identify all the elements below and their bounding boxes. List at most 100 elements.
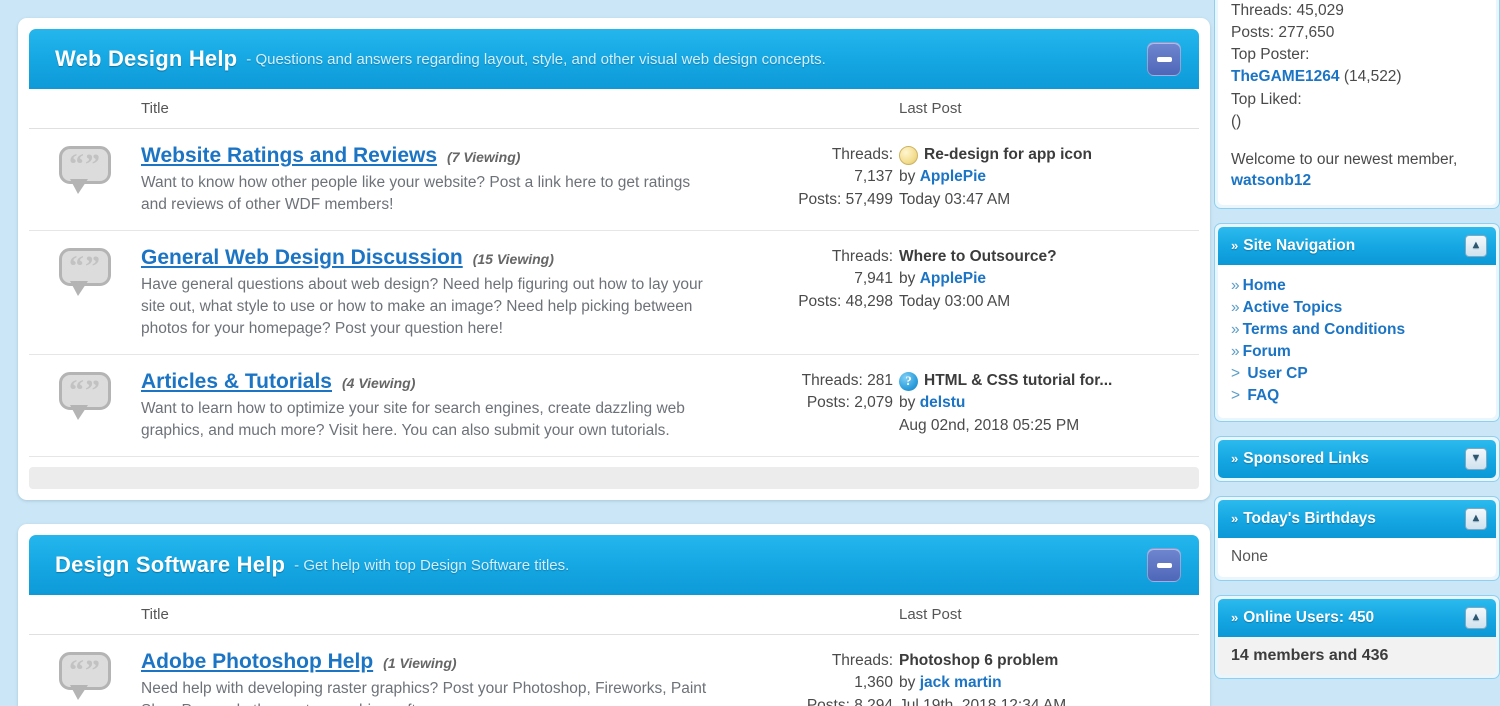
forum-bubble-icon: “” <box>29 246 141 340</box>
forum-row[interactable]: “” Articles & Tutorials (4 Viewing) Want… <box>29 355 1199 457</box>
sidebar-item-home[interactable]: » Home <box>1231 275 1483 297</box>
sidebar-item-label: Forum <box>1242 342 1291 360</box>
minus-icon[interactable] <box>1147 548 1181 582</box>
chevron-up-icon[interactable]: ▲ <box>1465 606 1487 629</box>
welcome-prefix: Welcome to our newest member, <box>1231 150 1458 168</box>
newest-member-link[interactable]: watsonb12 <box>1231 172 1311 189</box>
forum-description: Need help with developing raster graphic… <box>141 680 707 706</box>
bullet-icon: » <box>1231 511 1239 527</box>
forum-stats: Threads: 7,137 Posts: 57,499 <box>727 144 899 216</box>
threads-label: Threads: <box>831 248 893 265</box>
last-post-title[interactable]: Re-design for app icon <box>924 144 1092 166</box>
forum-row[interactable]: “” Adobe Photoshop Help (1 Viewing) Need… <box>29 635 1199 706</box>
forum-link[interactable]: General Web Design Discussion <box>141 246 463 270</box>
bullet-icon: » <box>1231 451 1239 467</box>
threads-count: 7,137 <box>854 168 893 186</box>
sidebar-block-sponsored-links: » Sponsored Links ▼ <box>1214 435 1500 482</box>
category-panel: Design Software Help - Get help with top… <box>18 524 1210 706</box>
forum-row[interactable]: “” General Web Design Discussion (15 Vie… <box>29 231 1199 355</box>
forum-stats: Threads: 1,360 Posts: 8,294 <box>727 650 899 706</box>
bullet-icon: » <box>1231 276 1240 294</box>
stat-top-poster: TheGAME1264 (14,522) <box>1231 66 1483 88</box>
posts-count: Posts: 2,079 <box>806 394 893 412</box>
sidebar-item-label: Active Topics <box>1242 298 1343 316</box>
category-panel: Web Design Help - Questions and answers … <box>18 18 1210 500</box>
threads-count: 7,941 <box>854 270 893 288</box>
panel-footer-bar <box>29 467 1199 489</box>
sidebar-item-user-cp[interactable]: > User CP <box>1231 363 1483 385</box>
last-post-title[interactable]: Where to Outsource? <box>899 246 1057 268</box>
lightbulb-icon <box>899 145 918 165</box>
bullet-icon: » <box>1231 320 1240 338</box>
last-post-author[interactable]: jack martin <box>920 674 1002 691</box>
sidebar-block-header[interactable]: » Sponsored Links ▼ <box>1218 439 1496 478</box>
sidebar-block-todays-birthdays: » Today's Birthdays ▲ None <box>1214 495 1500 581</box>
last-post-time: Today 03:00 AM <box>899 292 1011 310</box>
sidebar-block-header[interactable]: » Today's Birthdays ▲ <box>1218 499 1496 538</box>
last-post-time: Jul 19th, 2018 12:34 AM <box>899 696 1067 706</box>
last-post-title[interactable]: HTML & CSS tutorial for... <box>924 370 1112 392</box>
threads-label: Threads: <box>831 146 893 163</box>
stat-top-liked-label: Top Liked: <box>1231 90 1302 108</box>
forum-description: Want to know how other people like your … <box>141 174 691 213</box>
bullet-icon: > <box>1231 386 1241 404</box>
sidebar-item-terms-and-conditions[interactable]: » Terms and Conditions <box>1231 319 1483 341</box>
last-post-cell: Re-design for app icon by ApplePie Today… <box>899 144 1199 216</box>
stat-top-liked-value: () <box>1231 112 1242 130</box>
last-post-author[interactable]: delstu <box>920 394 966 411</box>
forum-bubble-icon: “” <box>29 650 141 706</box>
category-description: - Get help with top Design Software titl… <box>294 556 570 574</box>
category-title: Design Software Help <box>55 552 286 577</box>
forum-page: Web Design Help - Questions and answers … <box>0 0 1500 706</box>
category-header[interactable]: Design Software Help - Get help with top… <box>29 535 1199 595</box>
sidebar-block-header[interactable]: » Site Navigation ▲ <box>1218 226 1496 265</box>
board-statistics-block: Threads: 45,029 Posts: 277,650 Top Poste… <box>1214 0 1500 209</box>
last-post-cell: ? HTML & CSS tutorial for... by delstu A… <box>899 370 1199 442</box>
last-post-cell: Photoshop 6 problem by jack martin Jul 1… <box>899 650 1199 706</box>
welcome-message: Welcome to our newest member, watsonb12 <box>1231 149 1483 192</box>
last-post-author[interactable]: ApplePie <box>920 168 986 185</box>
forum-link[interactable]: Adobe Photoshop Help <box>141 650 373 674</box>
top-poster-link[interactable]: TheGAME1264 <box>1231 68 1340 85</box>
forum-viewing-count: (15 Viewing) <box>472 251 554 267</box>
online-users-body: 14 members and 436 <box>1218 636 1496 675</box>
column-header-row: Title Last Post <box>29 595 1199 635</box>
category-header[interactable]: Web Design Help - Questions and answers … <box>29 29 1199 89</box>
forum-viewing-count: (1 Viewing) <box>383 655 457 671</box>
sidebar-item-active-topics[interactable]: » Active Topics <box>1231 297 1483 319</box>
sidebar-block-title: Sponsored Links <box>1243 449 1369 467</box>
threads-count: 1,360 <box>854 674 893 692</box>
forum-description: Want to learn how to optimize your site … <box>141 400 685 439</box>
forum-bubble-icon: “” <box>29 144 141 216</box>
stat-threads: Threads: 45,029 <box>1231 2 1344 19</box>
forum-viewing-count: (7 Viewing) <box>447 149 521 165</box>
forum-link[interactable]: Articles & Tutorials <box>141 370 332 394</box>
sidebar-item-forum[interactable]: » Forum <box>1231 341 1483 363</box>
sidebar-block-online-users: » Online Users: 450 ▲ 14 members and 436 <box>1214 594 1500 679</box>
forum-row[interactable]: “” Website Ratings and Reviews (7 Viewin… <box>29 129 1199 231</box>
minus-icon[interactable] <box>1147 42 1181 76</box>
last-post-by-prefix: by <box>899 674 916 692</box>
last-post-title[interactable]: Photoshop 6 problem <box>899 650 1058 672</box>
sidebar-item-label: Home <box>1242 276 1286 294</box>
column-header-title: Title <box>141 100 169 117</box>
last-post-author[interactable]: ApplePie <box>920 270 986 287</box>
sidebar-item-faq[interactable]: > FAQ <box>1231 385 1483 407</box>
birthdays-value: None <box>1231 547 1269 565</box>
sidebar-block-body: » Home » Active Topics » Terms and Conditio… <box>1218 264 1496 418</box>
category-description: - Questions and answers regarding layout… <box>246 50 826 68</box>
bullet-icon: » <box>1231 238 1239 254</box>
posts-count: Posts: 57,499 <box>798 190 893 208</box>
forum-stats: Threads: 7,941 Posts: 48,298 <box>727 246 899 340</box>
chevron-up-icon[interactable]: ▲ <box>1465 507 1487 530</box>
chevron-down-icon[interactable]: ▼ <box>1465 447 1487 470</box>
column-header-last-post: Last Post <box>899 606 962 623</box>
last-post-cell: Where to Outsource? by ApplePie Today 03… <box>899 246 1199 340</box>
last-post-by-prefix: by <box>899 270 916 288</box>
sidebar-item-label: User CP <box>1247 364 1308 382</box>
stat-posts: Posts: 277,650 <box>1231 24 1335 42</box>
sidebar-block-header[interactable]: » Online Users: 450 ▲ <box>1218 598 1496 637</box>
forum-link[interactable]: Website Ratings and Reviews <box>141 144 437 168</box>
sidebar-block-title: Online Users: 450 <box>1243 608 1375 626</box>
chevron-up-icon[interactable]: ▲ <box>1465 234 1487 257</box>
